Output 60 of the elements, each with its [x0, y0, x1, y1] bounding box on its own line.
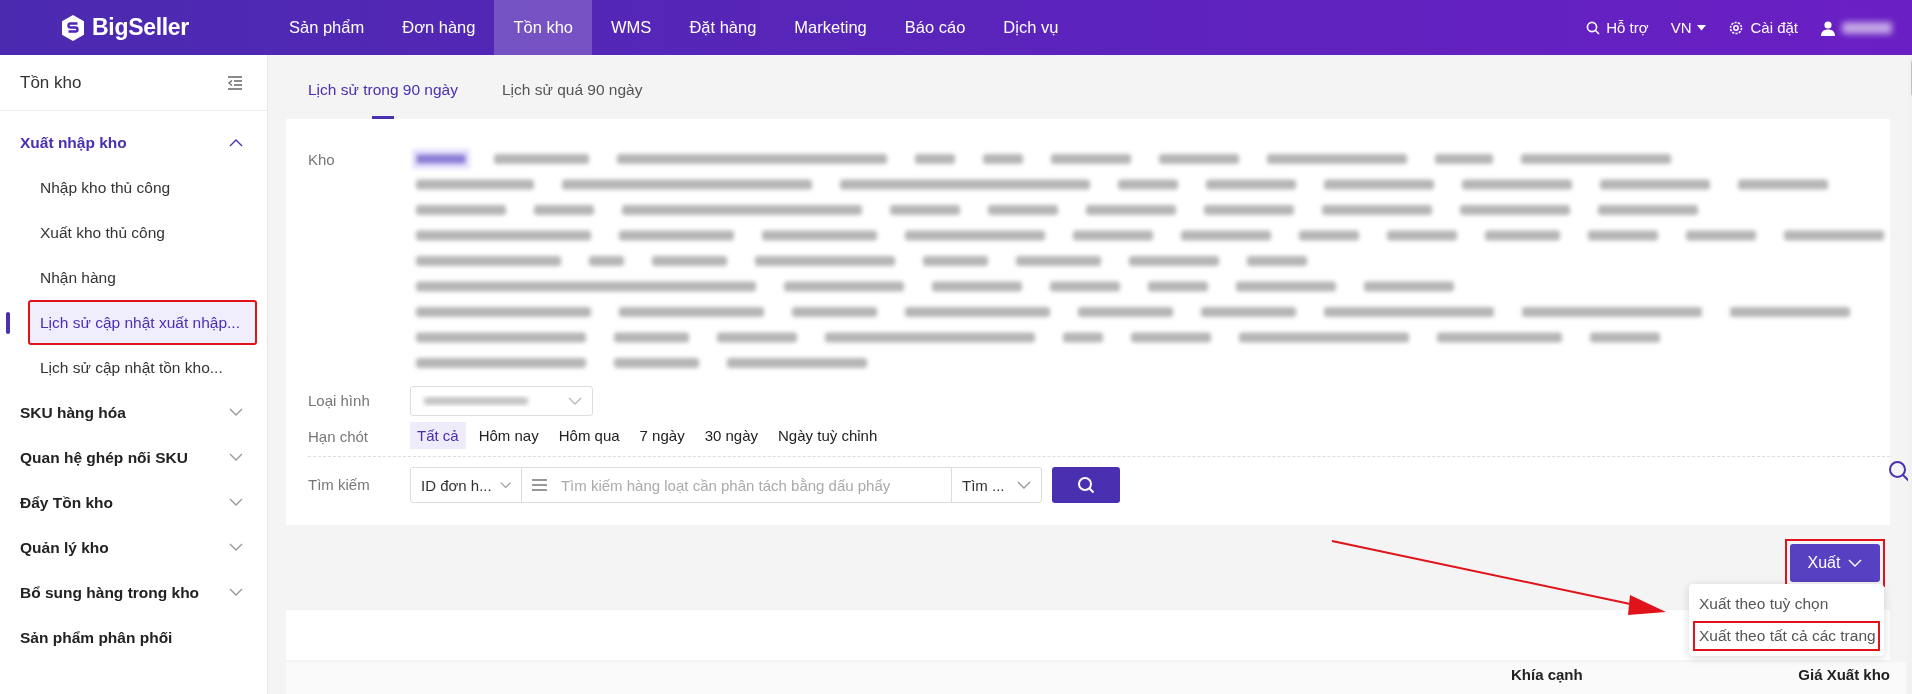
deadline-option[interactable]: Tất cả [410, 422, 466, 449]
selection-indicator [6, 311, 10, 334]
settings-link[interactable]: Cài đặt [1728, 19, 1798, 36]
sidebar-item[interactable]: Nhận hàng [22, 255, 257, 300]
search-field-select[interactable]: ID đơn h... [410, 467, 522, 503]
deadline-option[interactable]: Hôm nay [471, 422, 546, 449]
collapse-menu-icon[interactable] [227, 75, 243, 90]
nav-tab[interactable]: Tồn kho [494, 0, 593, 55]
chevron-down-icon [1848, 558, 1863, 568]
sidebar-group[interactable]: Xuất nhập kho [0, 120, 267, 165]
sidebar-group[interactable]: Đẩy Tồn kho [0, 480, 267, 525]
type-label: Loại hình [308, 391, 371, 411]
language-select[interactable]: VN [1670, 19, 1707, 36]
chevron-down-icon [499, 480, 511, 490]
sidebar-group[interactable]: SKU hàng hóa [0, 390, 267, 435]
search-field[interactable]: Tìm kiếm hàng loạt cần phân tách bằng dấu phẩy [522, 467, 952, 503]
sidebar-group[interactable]: Bổ sung hàng trong kho [0, 570, 267, 615]
export-button[interactable]: Xuất [1790, 544, 1880, 582]
deadline-label: Hạn chót [308, 427, 370, 447]
user-icon[interactable] [1820, 19, 1836, 36]
nav-tab[interactable]: WMS [592, 0, 671, 55]
deadline-option[interactable]: 7 ngày [632, 422, 692, 449]
search-mode-select[interactable]: Tìm ... [952, 467, 1042, 503]
history-tab[interactable]: Lịch sử quá 90 ngày [479, 81, 665, 119]
search-icon [1077, 476, 1095, 494]
search-label: Tìm kiếm [308, 475, 371, 495]
column-header: Khía cạnh [1511, 666, 1583, 684]
chevron-down-icon [1017, 480, 1031, 490]
sidebar-group[interactable]: Sản phẩm phân phối [0, 615, 267, 660]
export-menu-item[interactable]: Xuất theo tuỳ chọn [1693, 589, 1880, 619]
sidebar-group[interactable]: Quản lý kho [0, 525, 267, 570]
sidebar-item[interactable]: Lịch sử cập nhật xuất nhập... [28, 300, 257, 345]
list-icon [532, 479, 547, 491]
history-tab[interactable]: Lịch sử trong 90 ngày [286, 81, 480, 119]
help-link[interactable]: Hỗ trợ [1586, 19, 1649, 36]
sidebar-group[interactable]: Quan hệ ghép nối SKU [0, 435, 267, 480]
deadline-option[interactable]: 30 ngày [697, 422, 766, 449]
nav-tab[interactable]: Sản phẩm [270, 0, 384, 55]
chevron-down-icon [568, 396, 582, 406]
nav-tab[interactable]: Đơn hàng [383, 0, 495, 55]
warehouse-label: Kho [308, 150, 336, 170]
deadline-option[interactable]: Ngày tuỳ chỉnh [771, 422, 885, 449]
export-menu-item[interactable]: Xuất theo tất cả các trang [1693, 621, 1880, 651]
column-header: Giá Xuất kho [1798, 666, 1890, 684]
logo-text: BigSeller [92, 14, 189, 41]
nav-tab[interactable]: Đặt hàng [670, 0, 776, 55]
caret-icon [1697, 24, 1707, 31]
nav-tab[interactable]: Marketing [775, 0, 886, 55]
sidebar-title: Tồn kho [20, 72, 82, 93]
nav-tab[interactable]: Dịch vụ [984, 0, 1078, 55]
sidebar-item[interactable]: Xuất kho thủ công [22, 210, 257, 255]
sidebar-item[interactable]: Lịch sử cập nhật tồn kho... [22, 345, 257, 390]
deadline-option[interactable]: Hôm qua [551, 422, 627, 449]
sidebar-item[interactable]: Nhập kho thủ công [22, 165, 257, 210]
search-icon [1586, 20, 1601, 35]
settings-icon [1728, 19, 1745, 36]
nav-tab[interactable]: Báo cáo [885, 0, 985, 55]
logo-icon [60, 13, 86, 42]
search-icon[interactable] [1888, 460, 1910, 482]
search-button[interactable] [1052, 467, 1120, 503]
